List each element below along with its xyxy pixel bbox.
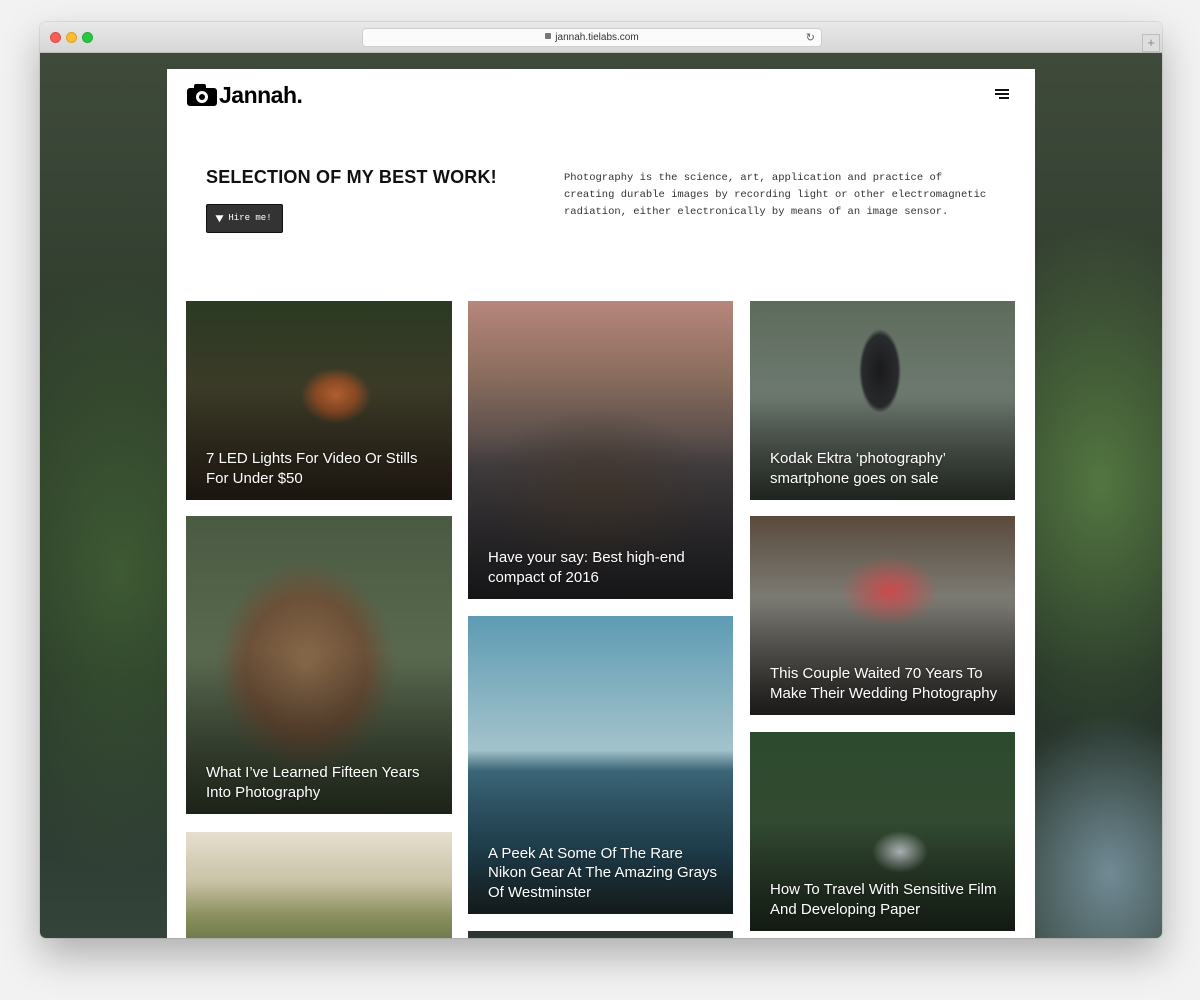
zoom-window-button[interactable]: [82, 32, 93, 43]
hero-description: Photography is the science, art, applica…: [564, 172, 987, 218]
post-card-partial[interactable]: [186, 832, 452, 938]
post-title[interactable]: A Peek At Some Of The Rare Nikon Gear At…: [488, 844, 717, 903]
hire-me-button[interactable]: Hire me!: [206, 204, 283, 233]
browser-window: jannah.tielabs.com ↻ + Jannah. SELECTION…: [40, 22, 1162, 938]
menu-icon[interactable]: [995, 89, 1009, 100]
reload-icon[interactable]: ↻: [806, 30, 815, 47]
post-title[interactable]: What I’ve Learned Fifteen Years Into Pho…: [206, 763, 436, 802]
camera-icon: [187, 84, 217, 106]
site-logo[interactable]: Jannah.: [187, 81, 303, 108]
page-container: Jannah. SELECTION OF MY BEST WORK! Hire …: [167, 69, 1035, 938]
post-card[interactable]: A Peek At Some Of The Rare Nikon Gear At…: [468, 616, 733, 914]
browser-toolbar: jannah.tielabs.com ↻ +: [40, 22, 1162, 53]
post-card[interactable]: Kodak Ektra ‘photography’ smartphone goe…: [750, 301, 1015, 500]
url-text: jannah.tielabs.com: [555, 32, 639, 43]
hero-title: SELECTION OF MY BEST WORK!: [206, 167, 497, 187]
post-title[interactable]: Have your say: Best high-end compact of …: [488, 548, 717, 587]
page-viewport: Jannah. SELECTION OF MY BEST WORK! Hire …: [40, 53, 1162, 938]
post-card[interactable]: 7 LED Lights For Video Or Stills For Und…: [186, 301, 452, 500]
lock-icon: [545, 33, 552, 39]
post-title[interactable]: 7 LED Lights For Video Or Stills For Und…: [206, 449, 436, 488]
address-bar[interactable]: jannah.tielabs.com ↻: [362, 28, 822, 47]
minimize-window-button[interactable]: [66, 32, 77, 43]
post-card-partial[interactable]: [468, 931, 733, 938]
post-card[interactable]: Have your say: Best high-end compact of …: [468, 301, 733, 599]
post-card[interactable]: This Couple Waited 70 Years To Make Thei…: [750, 516, 1015, 715]
new-tab-button[interactable]: +: [1142, 34, 1160, 52]
post-title[interactable]: Kodak Ektra ‘photography’ smartphone goe…: [770, 449, 999, 488]
post-card[interactable]: How To Travel With Sensitive Film And De…: [750, 732, 1015, 931]
post-card[interactable]: What I’ve Learned Fifteen Years Into Pho…: [186, 516, 452, 814]
paper-plane-icon: [215, 211, 226, 223]
post-title[interactable]: How To Travel With Sensitive Film And De…: [770, 880, 999, 919]
hire-me-label: Hire me!: [228, 213, 272, 223]
logo-text: Jannah.: [219, 81, 303, 108]
close-window-button[interactable]: [50, 32, 61, 43]
post-title[interactable]: This Couple Waited 70 Years To Make Thei…: [770, 664, 999, 703]
